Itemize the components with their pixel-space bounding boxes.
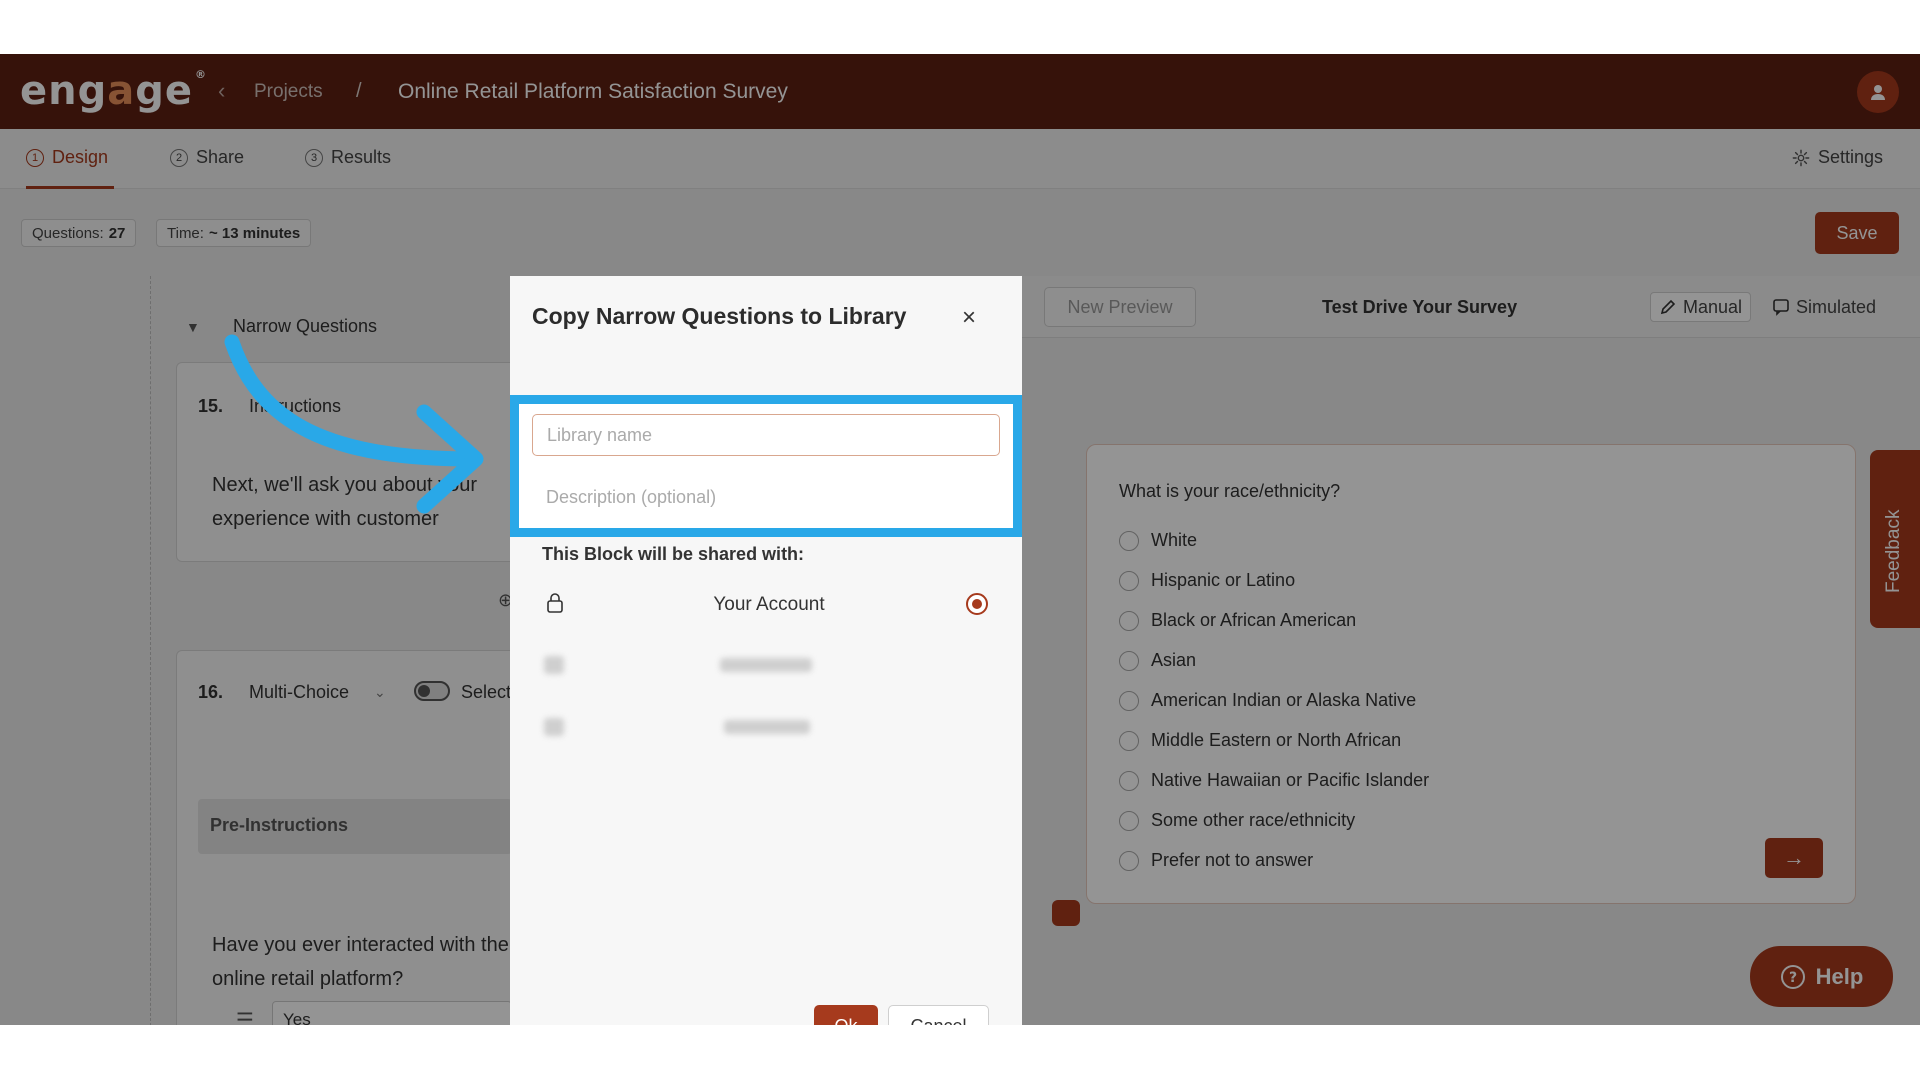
ok-button[interactable]: Ok <box>814 1005 878 1025</box>
copy-to-library-modal <box>510 276 1022 1025</box>
cancel-button[interactable]: Cancel <box>888 1005 989 1025</box>
library-name-input[interactable] <box>532 414 1000 456</box>
shared-with-label: This Block will be shared with: <box>542 544 805 564</box>
share-option-your-account[interactable]: Your Account <box>542 584 1000 624</box>
annotation-arrow-icon <box>224 334 484 514</box>
close-icon[interactable]: × <box>962 304 976 332</box>
description-input[interactable] <box>532 474 1000 520</box>
blurred-text <box>720 658 812 672</box>
selected-radio[interactable] <box>966 593 988 615</box>
modal-title: Copy Narrow Questions to Library <box>532 303 907 329</box>
blurred-icon <box>544 656 564 674</box>
blurred-icon <box>544 718 564 736</box>
share-option-label: Your Account <box>713 594 825 615</box>
app-window: engage ® ‹ Projects / Online Retail Platf… <box>0 54 1920 1025</box>
blurred-text <box>724 720 810 734</box>
